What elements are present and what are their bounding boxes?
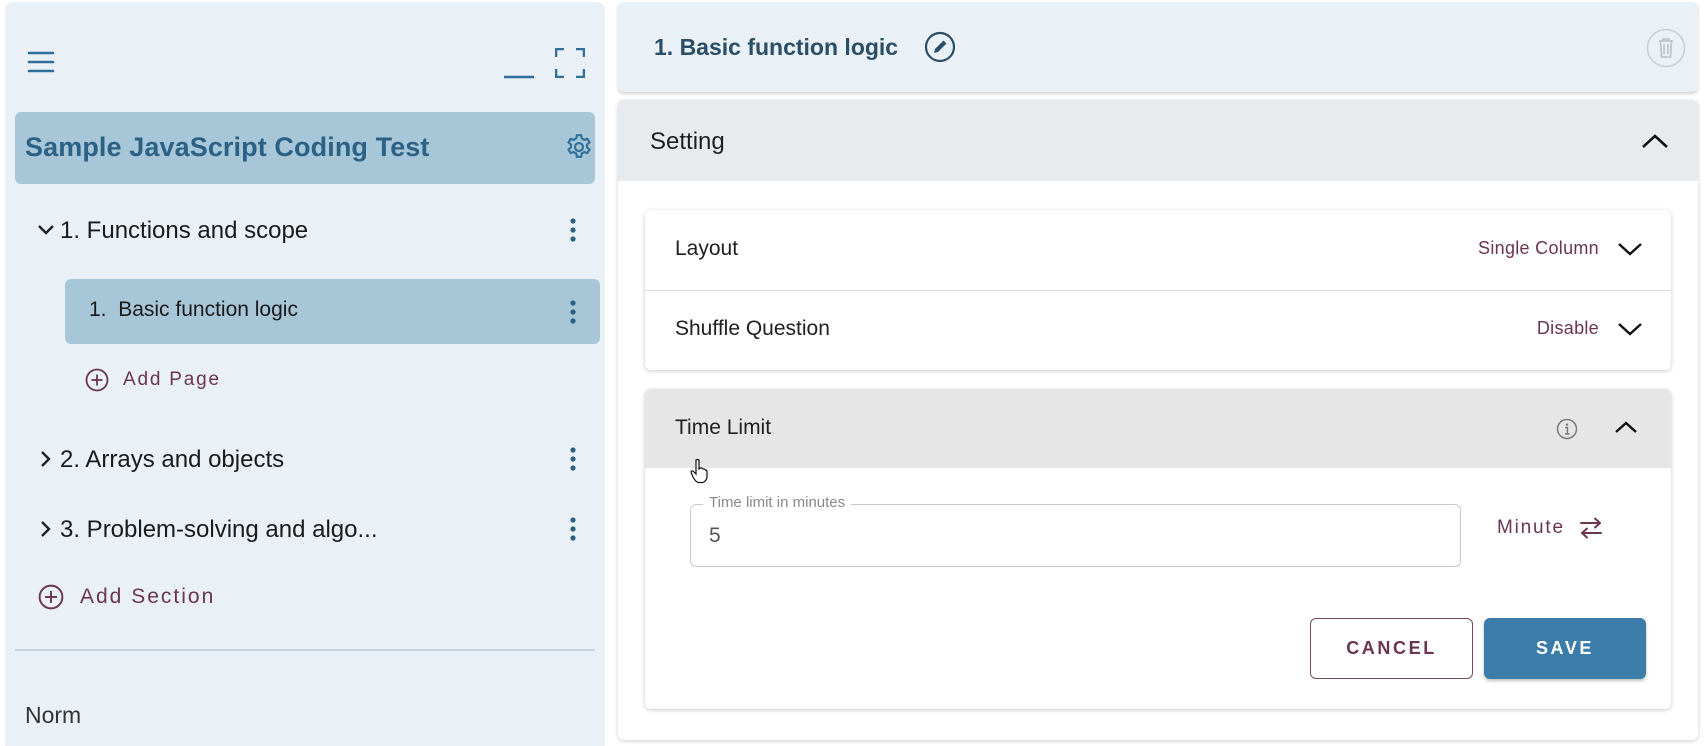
layout-option[interactable]: Layout Single Column	[645, 210, 1671, 290]
time-limit-input[interactable]	[709, 522, 1429, 550]
section-item-3[interactable]: 3. Problem-solving and algo...	[5, 504, 605, 554]
gear-icon[interactable]	[562, 130, 596, 164]
page-header: 1. Basic function logic	[618, 2, 1698, 92]
page-item-selected[interactable]: 1. Basic function logic	[65, 279, 600, 344]
menu-icon[interactable]	[25, 46, 57, 78]
time-limit-field-label: Time limit in minutes	[703, 494, 852, 511]
add-page-label: Add Page	[123, 369, 221, 390]
save-button[interactable]: SAVE	[1484, 618, 1646, 679]
chevron-up-icon[interactable]	[1610, 411, 1642, 443]
kebab-icon[interactable]	[560, 514, 586, 544]
section-item-2[interactable]: 2. Arrays and objects	[5, 434, 605, 484]
unit-label: Minute	[1497, 517, 1565, 538]
sidebar: Sample JavaScript Coding Test 1. Functio…	[5, 2, 605, 746]
unit-toggle-button[interactable]: Minute	[1497, 517, 1603, 539]
shuffle-question-label: Shuffle Question	[675, 317, 830, 340]
layout-label: Layout	[675, 237, 739, 260]
section-label: 1. Functions and scope	[60, 217, 309, 244]
time-limit-header[interactable]: Time Limit	[645, 389, 1671, 468]
chevron-down-icon[interactable]	[1615, 314, 1645, 344]
chevron-down-icon[interactable]	[33, 217, 59, 243]
sidebar-toolbar	[5, 2, 605, 112]
setting-panel: Setting Layout Single Column Shuffle Que…	[618, 100, 1698, 740]
chevron-right-icon[interactable]	[33, 516, 59, 542]
time-limit-field: Time limit in minutes	[690, 494, 1461, 567]
add-circle-icon	[85, 368, 109, 392]
norm-label: Norm	[25, 702, 82, 728]
add-page-button[interactable]: Add Page	[85, 368, 221, 392]
minimize-icon[interactable]	[501, 52, 537, 82]
divider	[15, 649, 595, 651]
swap-icon	[1579, 517, 1603, 539]
time-limit-label: Time Limit	[675, 416, 772, 439]
info-icon[interactable]	[1555, 417, 1579, 441]
cancel-button[interactable]: CANCEL	[1310, 618, 1473, 679]
time-limit-card: Time Limit Time limit in minutes Minute …	[645, 389, 1671, 709]
shuffle-question-value: Disable	[1536, 318, 1599, 338]
page-number: 1.	[89, 298, 107, 321]
setting-title: Setting	[650, 128, 725, 155]
test-title: Sample JavaScript Coding Test	[25, 132, 430, 162]
chevron-down-icon[interactable]	[1615, 234, 1645, 264]
layout-value: Single Column	[1478, 238, 1599, 258]
page-title-text: Basic function logic	[118, 298, 298, 321]
section-label: 2. Arrays and objects	[60, 446, 285, 473]
kebab-icon[interactable]	[560, 444, 586, 474]
add-section-label: Add Section	[80, 585, 216, 608]
shuffle-question-option[interactable]: Shuffle Question Disable	[645, 290, 1671, 370]
kebab-icon[interactable]	[560, 297, 586, 327]
delete-icon[interactable]	[1645, 27, 1687, 69]
edit-icon[interactable]	[923, 30, 957, 64]
page-title: 1. Basic function logic	[654, 34, 899, 60]
chevron-up-icon[interactable]	[1638, 124, 1672, 158]
kebab-icon[interactable]	[560, 215, 586, 245]
test-header: Sample JavaScript Coding Test	[15, 112, 595, 184]
section-label: 3. Problem-solving and algo...	[60, 516, 378, 543]
add-circle-icon	[38, 584, 64, 610]
options-card: Layout Single Column Shuffle Question Di…	[645, 210, 1671, 370]
add-section-button[interactable]: Add Section	[38, 584, 215, 610]
chevron-right-icon[interactable]	[33, 446, 59, 472]
setting-header[interactable]: Setting	[618, 100, 1698, 181]
fullscreen-icon[interactable]	[553, 46, 587, 80]
page-label: 1. Basic function logic	[89, 298, 298, 322]
section-item-1[interactable]: 1. Functions and scope	[5, 205, 605, 255]
